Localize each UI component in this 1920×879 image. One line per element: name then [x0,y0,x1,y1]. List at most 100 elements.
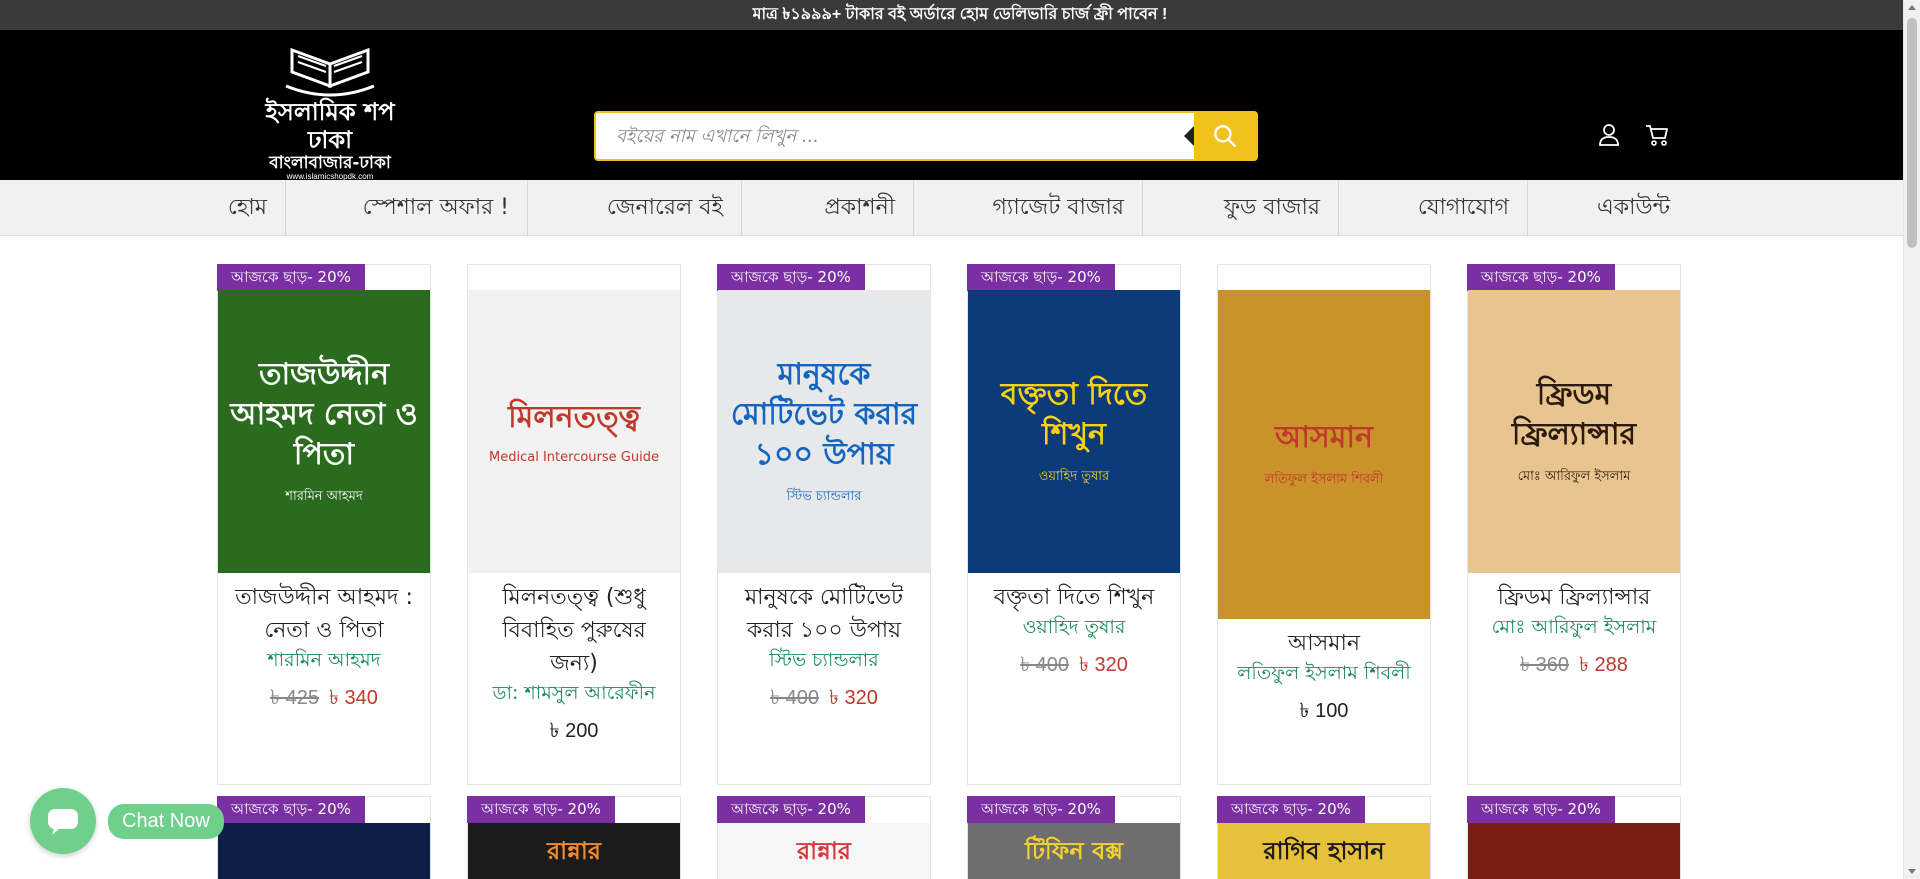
product-card[interactable]: মিলনতত্ত্ব Medical Intercourse Guide মিলনত… [467,264,681,785]
product-author[interactable]: মোঃ আরিফুল ইসলাম [1468,614,1680,640]
user-icon [1599,124,1619,146]
regular-price: ৳ 200 [549,720,599,742]
site-logo[interactable]: ইসলামিক শপ ঢাকা বাংলাবাজার-ঢাকা www.isla… [245,42,415,181]
product-card[interactable]: আজকে ছাড়- 20% রাগিব হাসান [1217,796,1431,879]
discount-badge: আজকে ছাড়- 20% [717,264,865,291]
book-cover-image[interactable]: রান্নার [718,823,930,879]
book-cover-image[interactable]: বক্তৃতা দিতে শিখুন ওয়াহিদ তুষার [968,290,1180,573]
scroll-up-icon[interactable] [1908,5,1916,10]
nav-item-publishers[interactable]: প্রকাশনী [742,180,914,236]
product-price: ৳ 100 [1218,686,1430,749]
sale-price: ৳ 340 [329,687,378,709]
book-cover-image[interactable]: মিলনতত্ত্ব Medical Intercourse Guide [468,290,680,573]
book-cover-image[interactable] [218,823,430,879]
cover-subtitle-text: ওয়াহিদ তুষার [1038,469,1110,484]
product-price: ৳ 400 ৳ 320 [718,673,930,736]
cover-title-text: মানুষকে মোটিভেট করার ১০০ উপায় [730,357,918,472]
product-title[interactable]: মানুষকে মোটিভেট করার ১০০ উপায় [718,573,930,647]
chat-bubble-icon [48,809,78,835]
product-title[interactable]: তাজউদ্দীন আহমদ : নেতা ও পিতা [218,573,430,647]
book-cover-image[interactable]: টিফিন বক্স [968,823,1180,879]
nav-item-home[interactable]: হোম [210,180,286,236]
product-card[interactable]: আসমান লতিফুল ইসলাম শিবলী আসমান লতিফুল ইসলাম… [1217,264,1431,785]
scroll-down-icon[interactable] [1908,869,1916,874]
search-bar [594,111,1258,161]
product-card[interactable]: আজকে ছাড়- 20% [217,796,431,879]
discount-badge: আজকে ছাড়- 20% [1467,796,1615,823]
old-price: ৳ 400 [1020,654,1069,676]
nav-item-account[interactable]: একাউন্ট [1528,180,1688,236]
cover-title-text: তাজউদ্দীন আহমদ নেতা ও পিতা [230,357,418,472]
product-author[interactable]: ডা: শামসুল আরেফীন [468,680,680,706]
cover-title-text: বক্তৃতা দিতে শিখুন [1000,377,1148,452]
product-title[interactable]: মিলনতত্ত্ব (শুধু বিবাহিত পুরুষের জন্য) [468,573,680,680]
book-cover-image[interactable]: রাগিব হাসান [1218,823,1430,879]
product-card[interactable]: আজকে ছাড়- 20% বক্তৃতা দিতে শিখুন ওয়াহিদ … [967,264,1181,785]
discount-badge: আজকে ছাড়- 20% [1467,264,1615,291]
cover-subtitle-text: লতিফুল ইসলাম শিবলী [1264,472,1384,487]
regular-price: ৳ 100 [1299,700,1349,722]
cover-title-text: আসমান [1274,420,1374,455]
sale-price: ৳ 320 [1079,654,1128,676]
product-author[interactable]: স্টিভ চ্যান্ডলার [718,647,930,673]
discount-badge: আজকে ছাড়- 20% [1217,796,1365,823]
product-card[interactable]: আজকে ছাড়- 20% রান্নার [467,796,681,879]
book-cover-image[interactable]: আসমান লতিফুল ইসলাম শিবলী [1218,290,1430,619]
cart-button[interactable] [1644,122,1670,148]
page-scrollbar[interactable] [1903,0,1920,879]
site-header: ইসলামিক শপ ঢাকা বাংলাবাজার-ঢাকা www.isla… [0,30,1920,181]
search-button[interactable] [1194,113,1256,159]
cover-title-text: ফ্রিডম ফ্রিল্যান্সার [1511,377,1637,452]
search-input[interactable] [596,113,1184,159]
product-title[interactable]: আসমান [1218,619,1430,660]
chat-button[interactable] [30,788,96,854]
product-title[interactable]: ফ্রিডম ফ্রিল্যান্সার [1468,573,1680,614]
search-icon [1214,125,1236,147]
product-price: ৳ 400 ৳ 320 [968,640,1180,703]
cover-subtitle-text: মোঃ আরিফুল ইসলাম [1517,469,1631,484]
nav-item-contact[interactable]: যোগাযোগ [1339,180,1528,236]
cover-title-text: রান্নার [796,837,852,865]
book-cover-image[interactable]: মানুষকে মোটিভেট করার ১০০ উপায় স্টিভ চ্যা… [718,290,930,573]
product-author[interactable]: লতিফুল ইসলাম শিবলী [1218,660,1430,686]
product-card[interactable]: আজকে ছাড়- 20% ফ্রিডম ফ্রিল্যান্সার মোঃ আর… [1467,264,1681,785]
book-cover-image[interactable]: রান্নার [468,823,680,879]
nav-item-general-books[interactable]: জেনারেল বই [528,180,742,236]
product-author[interactable]: শারমিন আহমদ [218,647,430,673]
product-author[interactable]: ওয়াহিদ তুষার [968,614,1180,640]
cover-subtitle-text: স্টিভ চ্যান্ডলার [786,489,862,504]
sale-price: ৳ 288 [1579,654,1628,676]
scrollbar-thumb[interactable] [1907,18,1917,248]
discount-badge: আজকে ছাড়- 20% [967,264,1115,291]
promo-text: মাত্র ৳১৯৯৯+ টাকার বই অর্ডারে হোম ডেলিভা… [752,6,1168,23]
old-price: ৳ 400 [770,687,819,709]
nav-item-special-offer[interactable]: স্পেশাল অফার ! [286,180,528,236]
discount-badge: আজকে ছাড়- 20% [967,796,1115,823]
cover-title-text: মিলনতত্ত্ব [508,400,640,435]
search-arrow-icon [1184,126,1194,146]
promo-topbar: মাত্র ৳১৯৯৯+ টাকার বই অর্ডারে হোম ডেলিভা… [0,0,1920,30]
product-card[interactable]: আজকে ছাড়- 20% রান্নার [717,796,931,879]
cover-subtitle-text: শারমিন আহমদ [285,489,363,504]
book-cover-image[interactable] [1468,823,1680,879]
product-card[interactable]: আজকে ছাড়- 20% [1467,796,1681,879]
chat-widget[interactable]: Chat Now [30,788,224,854]
nav-item-gadget-bazar[interactable]: গ্যাজেট বাজার [914,180,1143,236]
nav-item-food-bazar[interactable]: ফুড বাজার [1143,180,1339,236]
book-cover-image[interactable]: ফ্রিডম ফ্রিল্যান্সার মোঃ আরিফুল ইসলাম [1468,290,1680,573]
sale-price: ৳ 320 [829,687,878,709]
chat-label[interactable]: Chat Now [108,803,224,839]
product-card[interactable]: আজকে ছাড়- 20% টিফিন বক্স [967,796,1181,879]
account-button[interactable] [1596,122,1622,148]
product-title[interactable]: বক্তৃতা দিতে শিখুন [968,573,1180,614]
discount-badge: আজকে ছাড়- 20% [217,264,365,291]
product-price: ৳ 360 ৳ 288 [1468,640,1680,703]
book-logo-icon [285,47,375,97]
product-card[interactable]: আজকে ছাড়- 20% তাজউদ্দীন আহমদ নেতা ও পিতা… [217,264,431,785]
discount-badge: আজকে ছাড়- 20% [467,796,615,823]
cover-title-text: রাগিব হাসান [1263,837,1385,865]
product-card[interactable]: আজকে ছাড়- 20% মানুষকে মোটিভেট করার ১০০ উ… [717,264,931,785]
product-price: ৳ 425 ৳ 340 [218,673,430,736]
book-cover-image[interactable]: তাজউদ্দীন আহমদ নেতা ও পিতা শারমিন আহমদ [218,290,430,573]
logo-line2: বাংলাবাজার-ঢাকা [269,153,391,173]
